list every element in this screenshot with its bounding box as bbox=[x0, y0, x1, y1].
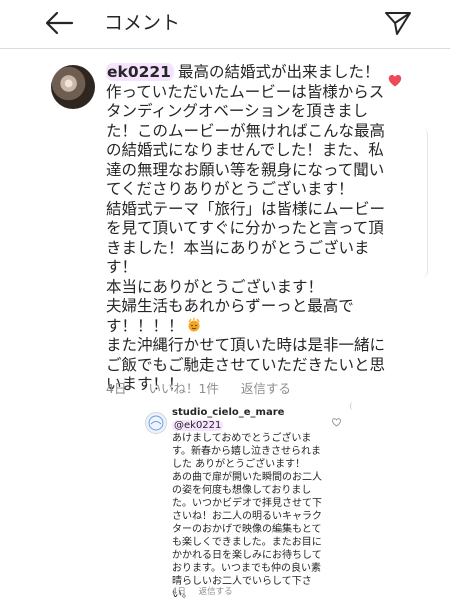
comment-line-10: す！ bbox=[106, 258, 138, 276]
comment-body: ek0221 最高の結婚式が出来ました！ 作っていただいたムービーは皆様からス タ… bbox=[106, 63, 386, 395]
face-emoji-icon bbox=[188, 317, 200, 331]
reply-line-4: の姿を何度も想像しておりまし bbox=[172, 485, 312, 496]
reply-line-8: も楽しくできました。またお目に bbox=[172, 537, 322, 548]
comment-line-9: きました！本当にありがとうございま bbox=[106, 238, 370, 257]
page-title: コメント bbox=[104, 12, 181, 34]
comment-line-4: の結婚式になりませんでした！また、私 bbox=[106, 141, 384, 159]
reply-line-0: あけましておめでとうございま bbox=[172, 433, 312, 444]
reply-line-9: かかれる日を楽しみにお待ちして bbox=[172, 550, 322, 561]
back-arrow-icon[interactable] bbox=[44, 10, 74, 36]
reply-line-10: おります。いつまでも仲の良い素 bbox=[172, 563, 321, 574]
comment-line-13: す！！！！ bbox=[106, 317, 376, 337]
reply-time: 4日 bbox=[172, 587, 186, 597]
avatar[interactable] bbox=[51, 65, 95, 109]
comment-line-3: た！このムービーが無ければこんな最高 bbox=[106, 121, 386, 140]
likes-count-link[interactable]: いいね！1件 bbox=[148, 381, 218, 396]
comment-text-13: す！！！！ bbox=[106, 316, 184, 335]
side-edge bbox=[421, 128, 428, 278]
comment-line-15: ご飯でもご馳走させていただきたいと思 bbox=[106, 355, 386, 374]
header: コメント bbox=[0, 0, 450, 49]
comment-username[interactable]: ek0221 bbox=[106, 63, 174, 81]
reply-line-7: ターのおかげで映像の編集もとて bbox=[172, 524, 322, 535]
studio-logo-icon bbox=[148, 415, 164, 431]
reply-link[interactable]: 返信する bbox=[241, 381, 291, 396]
reply-line-6: さいね！お二人の明るいキャラク bbox=[172, 511, 322, 522]
comment-line-11: 本当にありがとうございます！ bbox=[106, 277, 324, 296]
comment-line-7: 結婚式テーマ「旅行」は皆様にムービー bbox=[106, 199, 386, 218]
comment-line-2: タンディングオベーションを頂きまし bbox=[106, 102, 369, 120]
reply-reply-link[interactable]: 返信する bbox=[199, 587, 233, 597]
reply-like-heart-icon[interactable] bbox=[332, 418, 341, 427]
comment-time: 4日 bbox=[106, 381, 127, 396]
comment-line-5: 達の無理なお願い等を親身になって聞い bbox=[106, 160, 385, 179]
reply-avatar[interactable] bbox=[145, 412, 167, 434]
comment-text-0: 最高の結婚式が出来ました！ bbox=[177, 63, 380, 81]
comment-line-0: ek0221 最高の結婚式が出来ました！ bbox=[106, 63, 379, 83]
comment-line-1: 作っていただいたムービーは皆様からス bbox=[106, 82, 385, 101]
reply-line-2: した ありがとうございます！ bbox=[172, 459, 306, 470]
comment-line-6: てくださりありがとうございます！ bbox=[106, 180, 354, 198]
comment-line-14: また沖縄行かせて頂いた時は是非一緒に bbox=[106, 336, 386, 354]
reply-line-3: あの曲で扉が開いた瞬間のお二人 bbox=[172, 472, 322, 483]
reply-line-header: studio_cielo_e_mare @ek0221 bbox=[172, 406, 332, 432]
send-icon[interactable] bbox=[384, 9, 412, 37]
comment-line-8: を見て頂いてすぐに分かったと言って頂 bbox=[106, 219, 384, 237]
comment-meta: 4日 いいね！1件 返信する bbox=[106, 378, 309, 397]
reply-body: studio_cielo_e_mare @ek0221 あけましておめでとうござ… bbox=[172, 406, 332, 601]
reply-username[interactable]: studio_cielo_e_mare bbox=[172, 407, 284, 418]
like-heart-icon[interactable] bbox=[388, 74, 402, 88]
reply-meta: 4日 返信する bbox=[172, 585, 243, 597]
reply-mention[interactable]: @ek0221 bbox=[172, 420, 224, 431]
small-curve-mark bbox=[350, 402, 357, 410]
comment-line-12: 夫婦生活もあれからずーっと最高で bbox=[106, 297, 354, 315]
reply-line-5: た。いつかビデオで拝見させて下 bbox=[172, 498, 322, 509]
reply-line-1: す。新春から嬉し泣きさせられま bbox=[172, 446, 321, 457]
